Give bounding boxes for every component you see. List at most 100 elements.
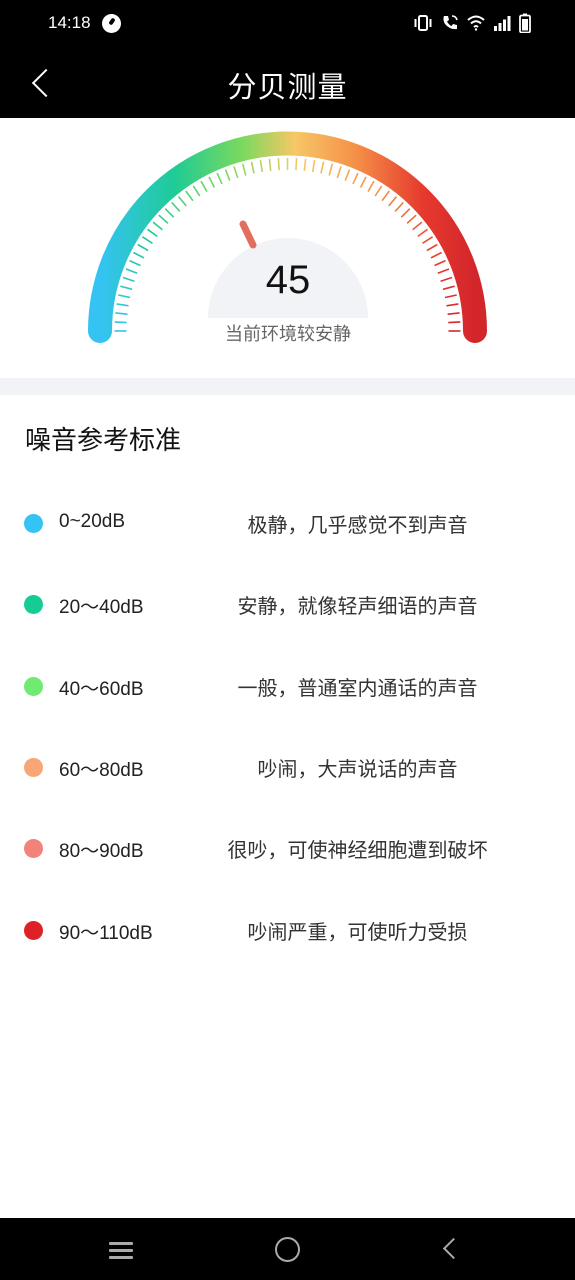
gauge-tick — [233, 166, 239, 179]
gauge-tick — [303, 158, 307, 171]
gauge-tick — [114, 321, 127, 324]
level-range: 20～40dB — [59, 597, 144, 618]
gauge-tick — [158, 214, 169, 224]
level-description: 安静，就像轻声细语的声音 — [237, 594, 478, 618]
reference-row: 90～110dB 吵闹严重，可使听力受损 — [0, 900, 575, 960]
gauge-tick — [171, 201, 181, 212]
speed-indicator-icon — [102, 14, 121, 33]
gauge-tick — [250, 161, 255, 174]
reference-row: 0~20dB 极静，几乎感觉不到声音 — [0, 493, 575, 553]
level-description: 一般，普通室内通话的声音 — [237, 676, 478, 700]
gauge-tick — [118, 294, 131, 299]
gauge-tick — [430, 251, 442, 259]
gauge-tick — [394, 201, 404, 212]
gauge-tick — [133, 251, 145, 259]
home-circle-icon[interactable] — [266, 1230, 310, 1270]
decibel-value: 45 — [265, 258, 311, 302]
reference-row: 20～40dB 安静，就像轻声细语的声音 — [0, 574, 575, 634]
level-description: 极静，几乎感觉不到声音 — [247, 513, 468, 537]
gauge-tick — [147, 228, 158, 238]
gauge-tick — [200, 180, 208, 192]
gauge-tick — [125, 268, 138, 275]
reference-row: 40～60dB 一般，普通室内通话的声音 — [0, 656, 575, 716]
gauge-tick — [359, 176, 367, 188]
gauge-tick — [311, 159, 316, 173]
menu-icon[interactable] — [99, 1230, 143, 1270]
signal-icon — [494, 16, 511, 31]
gauge-tick — [437, 268, 450, 275]
level-range: 90～110dB — [59, 923, 153, 944]
level-dot — [24, 758, 43, 777]
gauge-tick — [336, 166, 342, 179]
gauge-tick — [192, 185, 201, 197]
level-dot — [24, 921, 43, 940]
gauge-tick — [446, 303, 459, 307]
reference-row: 80～90dB 很吵，可使神经细胞遭到破坏 — [0, 818, 575, 878]
system-nav-bar — [0, 1218, 575, 1280]
gauge-tick — [116, 303, 129, 307]
page-title: 分贝测量 — [227, 70, 348, 104]
level-description: 吵闹严重，可使听力受损 — [247, 920, 468, 944]
gauge-tick — [115, 312, 128, 315]
gauge-tick — [241, 163, 247, 176]
gauge-tick — [177, 196, 187, 207]
gauge-tick — [208, 176, 216, 188]
gauge-tick — [412, 221, 423, 231]
status-bar: 14:18 — [0, 0, 575, 48]
level-range: 40～60dB — [59, 679, 144, 700]
level-dot — [24, 514, 43, 533]
gauge-tick — [448, 321, 461, 324]
gauge-tick — [400, 208, 411, 218]
gauge-tick — [422, 236, 434, 244]
gauge-tick — [137, 243, 149, 252]
gauge-tick — [374, 185, 383, 197]
gauge-tick — [426, 243, 438, 252]
wifi-icon — [467, 15, 485, 31]
gauge-tick — [447, 312, 460, 315]
gauge-tick — [259, 159, 264, 173]
gauge-tick — [268, 158, 272, 171]
gauge-tick — [328, 163, 334, 176]
level-description: 吵闹，大声说话的声音 — [257, 757, 458, 781]
gauge-tick — [152, 221, 163, 231]
gauge-tick — [444, 294, 457, 299]
decibel-gauge: 45 当前环境较安静 — [0, 118, 575, 378]
section-divider — [0, 378, 575, 395]
gauge-tick — [367, 180, 375, 192]
gauge-tick — [417, 228, 428, 238]
status-time: 14:18 — [48, 13, 91, 32]
gauge-tick — [440, 276, 453, 282]
level-range: 60～80dB — [59, 760, 144, 781]
app-bar: 分贝测量 — [0, 48, 575, 118]
level-dot — [24, 595, 43, 614]
level-description: 很吵，可使神经细胞遭到破坏 — [227, 838, 488, 862]
gauge-tick — [277, 158, 280, 171]
status-icons — [413, 12, 531, 34]
gauge-tick — [344, 169, 351, 181]
level-range: 0~20dB — [59, 511, 126, 532]
reference-title: 噪音参考标准 — [25, 426, 182, 456]
gauge-tick — [381, 190, 390, 202]
gauge-tick — [120, 285, 133, 291]
reference-row: 60～80dB 吵闹，大声说话的声音 — [0, 737, 575, 797]
level-range: 80～90dB — [59, 841, 144, 862]
gauge-tick — [352, 172, 359, 185]
level-dot — [24, 677, 43, 696]
gauge-tick — [164, 208, 175, 218]
wifi-calling-icon — [443, 15, 458, 30]
gauge-tick — [320, 161, 325, 174]
gauge-tick — [295, 158, 298, 171]
battery-icon — [519, 13, 531, 33]
gauge-tick — [216, 172, 223, 185]
vibrate-icon — [414, 15, 432, 31]
gauge-tick — [185, 190, 194, 202]
level-dot — [24, 839, 43, 858]
gauge-tick — [406, 214, 417, 224]
gauge-tick — [434, 259, 446, 267]
gauge-tick — [129, 259, 141, 267]
gauge-tick — [141, 236, 153, 244]
back-triangle-icon[interactable] — [430, 1230, 474, 1270]
gauge-tick — [224, 169, 231, 181]
gauge-tick — [122, 276, 135, 282]
gauge-needle — [239, 220, 257, 249]
